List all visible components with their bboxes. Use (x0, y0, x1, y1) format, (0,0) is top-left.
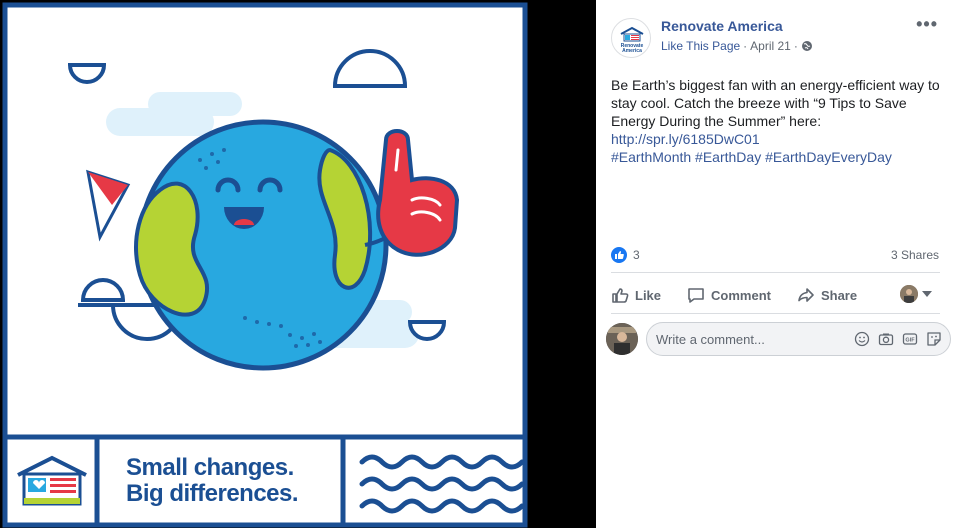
avatar[interactable] (606, 323, 638, 355)
like-button[interactable]: Like (611, 286, 661, 304)
camera-icon[interactable] (878, 331, 894, 347)
reaction-summary[interactable]: 3 (611, 247, 640, 263)
comment-icon (688, 288, 704, 303)
comment-composer: GIF (606, 322, 951, 356)
post-body: Be Earth’s biggest fan with an energy-ef… (611, 76, 946, 166)
post-date[interactable]: April 21 (750, 39, 791, 53)
divider (611, 272, 940, 273)
post-meta: Like This Page · April 21 · (661, 39, 813, 53)
share-icon (798, 288, 814, 302)
tagline-line-1: Small changes. (126, 454, 294, 481)
emoji-icon[interactable] (854, 331, 870, 347)
like-page-link[interactable]: Like This Page (661, 39, 740, 53)
share-button[interactable]: Share (797, 286, 857, 304)
composer-icons: GIF (854, 331, 942, 347)
comment-button[interactable]: Comment (687, 286, 771, 304)
post-hashtags[interactable]: #EarthMonth #EarthDay #EarthDayEveryDay (611, 148, 946, 166)
page-name-link[interactable]: Renovate America (661, 18, 783, 34)
page-avatar[interactable]: Renovate America (611, 18, 651, 58)
svg-text:GIF: GIF (905, 338, 915, 344)
post-as-selector[interactable] (900, 285, 932, 303)
tagline: Small changes. Big differences. (126, 454, 299, 507)
comment-field[interactable]: GIF (646, 322, 951, 356)
gif-icon[interactable]: GIF (902, 331, 918, 347)
like-reaction-icon (611, 247, 627, 263)
comment-label: Comment (711, 287, 771, 303)
avatar (900, 285, 918, 303)
divider (611, 313, 940, 314)
renovate-logo-icon: Renovate America (620, 26, 644, 54)
chevron-down-icon (922, 291, 932, 297)
globe-icon[interactable] (801, 40, 813, 52)
like-label: Like (635, 287, 662, 303)
sticker-icon[interactable] (926, 331, 942, 347)
post-panel: Renovate America Renovate America Like T… (596, 0, 955, 528)
meta-separator: · (743, 39, 748, 53)
post-text: Be Earth’s biggest fan with an energy-ef… (611, 77, 940, 129)
thumbs-up-icon (612, 288, 629, 303)
action-bar: Like Comment Share (611, 282, 941, 308)
post-link[interactable]: http://spr.ly/6185DwC01 (611, 130, 946, 148)
post-image[interactable]: Small changes. Big differences. (0, 0, 530, 528)
shares-count[interactable]: 3 Shares (891, 248, 939, 262)
tagline-line-2: Big differences. (126, 480, 299, 507)
share-label: Share (820, 287, 858, 303)
comment-input[interactable] (656, 331, 854, 347)
reaction-count[interactable]: 3 (633, 248, 640, 262)
meta-separator-2: · (793, 39, 798, 53)
earth-day-illustration (2, 2, 528, 528)
more-options-icon[interactable]: ••• (916, 14, 938, 35)
svg-text:America: America (622, 48, 642, 54)
